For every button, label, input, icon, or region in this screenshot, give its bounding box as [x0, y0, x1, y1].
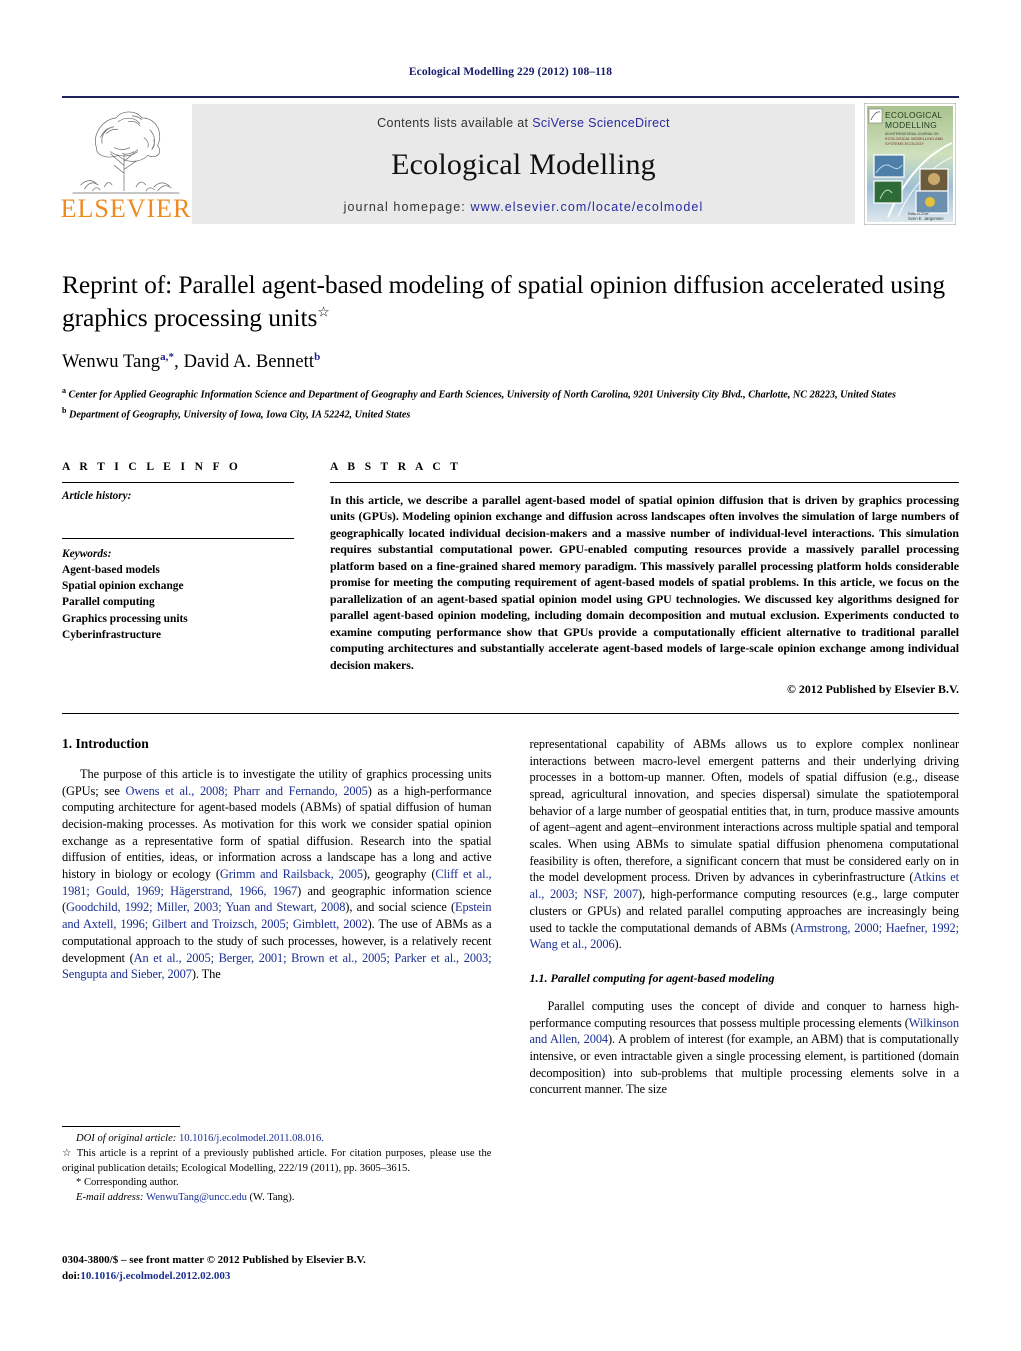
abstract-heading: A B S T R A C T [330, 460, 462, 473]
issn-doi-label: doi: [62, 1270, 81, 1283]
paragraph-text: ). The [191, 967, 221, 982]
sciencedirect-link[interactable]: SciVerse ScienceDirect [532, 116, 670, 130]
divider [330, 481, 959, 483]
issn-doi-link[interactable]: 10.1016/j.ecolmodel.2012.02.003 [80, 1270, 230, 1282]
body-column-right: representational capability of ABMs allo… [530, 736, 960, 1206]
paragraph-text: Parallel computing uses the concept of d… [529, 998, 960, 1030]
svg-text:MODELLING: MODELLING [885, 120, 937, 130]
title-footnote-marker: ☆ [317, 305, 330, 321]
issn-footer: 0304-3800/$ – see front matter © 2012 Pu… [62, 1253, 366, 1285]
keywords-label: Keywords: [62, 547, 112, 560]
affiliation-text: Center for Applied Geographic Informatio… [68, 389, 896, 401]
journal-homepage-line: journal homepage: www.elsevier.com/locat… [344, 200, 704, 214]
author-list: Wenwu Tanga,*, David A. Bennettb [62, 351, 321, 373]
journal-title: Ecological Modelling [391, 148, 656, 181]
subsection-heading-parallel-computing: 1.1. Parallel computing for agent-based … [529, 970, 775, 985]
affiliation-marker: a [62, 386, 66, 396]
svg-text:SYSTEMS ECOLOGY: SYSTEMS ECOLOGY [885, 141, 924, 146]
elsevier-logo: ELSEVIER [60, 104, 192, 224]
paragraph: representational capability of ABMs allo… [530, 736, 960, 953]
paragraph-text: ), geography ( [363, 867, 436, 882]
affiliation-item: b Department of Geography, University of… [62, 405, 959, 423]
footnote-email-suffix: (W. Tang). [249, 1192, 295, 1204]
keyword-item: Graphics processing units [62, 612, 188, 625]
cover-image: ECOLOGICAL MODELLING AN INTERNATIONAL JO… [864, 103, 956, 225]
masthead-center-panel: Contents lists available at SciVerse Sci… [192, 104, 855, 224]
title-block: Reprint of: Parallel agent-based modelin… [62, 268, 959, 423]
footnotes-block: DOI of original article: 10.1016/j.ecolm… [62, 1125, 492, 1206]
article-info-heading: A R T I C L E I N F O [62, 460, 242, 473]
keyword-item: Parallel computing [62, 596, 155, 609]
running-head: Ecological Modelling 229 (2012) 108–118 [408, 66, 613, 78]
footnote-star-marker: ☆ [62, 1147, 73, 1159]
footnote-divider [62, 1125, 180, 1127]
affiliation-item: a Center for Applied Geographic Informat… [62, 385, 959, 403]
paragraph-text: ), and social science ( [345, 900, 456, 915]
keyword-item: Agent-based models [62, 563, 160, 576]
footnote-corresponding-text: Corresponding author. [83, 1177, 179, 1189]
contents-prefix: Contents lists available at [377, 116, 533, 130]
keyword-item: Spatial opinion exchange [62, 580, 184, 593]
footnote-email-label: E-mail address: [76, 1192, 144, 1204]
paper-title-text: Reprint of: Parallel agent-based modelin… [62, 270, 945, 333]
author-affiliation-marker: a,* [160, 351, 175, 364]
article-info-abstract-section: A R T I C L E I N F O Article history: K… [62, 461, 959, 697]
author-name: David A. Bennett [183, 352, 315, 373]
divider [62, 713, 959, 715]
elsevier-wordmark: ELSEVIER [60, 194, 192, 223]
journal-cover-thumbnail[interactable]: ECOLOGICAL MODELLING AN INTERNATIONAL JO… [861, 103, 959, 225]
page-title: Reprint of: Parallel agent-based modelin… [62, 268, 959, 334]
contents-available-line: Contents lists available at SciVerse Sci… [377, 116, 670, 130]
paragraph-text: ). [614, 937, 622, 952]
homepage-prefix: journal homepage: [343, 200, 471, 214]
divider [62, 537, 294, 539]
issn-doi-line: doi:10.1016/j.ecolmodel.2012.02.003 [62, 1269, 366, 1285]
svg-text:Sven E. Jørgensen: Sven E. Jørgensen [908, 216, 944, 221]
abstract-copyright: © 2012 Published by Elsevier B.V. [787, 682, 959, 697]
footnote-doi-link[interactable]: 10.1016/j.ecolmodel.2011.08.016. [179, 1133, 324, 1144]
section-heading-introduction: 1. Introduction [62, 736, 149, 752]
article-info-column: A R T I C L E I N F O Article history: K… [62, 461, 294, 697]
author-affiliation-marker: b [314, 351, 321, 364]
abstract-column: A B S T R A C T In this article, we desc… [330, 461, 959, 697]
footnote-reprint-note: ☆ This article is a reprint of a previou… [62, 1147, 492, 1177]
footnote-doi-label: DOI of original article: [76, 1132, 177, 1144]
journal-masthead: ELSEVIER Contents lists available at Sci… [60, 96, 959, 225]
journal-article-page: Ecological Modelling 229 (2012) 108–118 … [0, 0, 1021, 1351]
affiliation-marker: b [62, 406, 67, 416]
footnote-email: E-mail address: WenwuTang@uncc.edu (W. T… [62, 1191, 492, 1206]
affiliations: a Center for Applied Geographic Informat… [62, 385, 959, 422]
footnote-star-text: This article is a reprint of a previousl… [62, 1147, 492, 1174]
paragraph: The purpose of this article is to invest… [62, 766, 492, 983]
keyword-item: Cyberinfrastructure [62, 628, 162, 641]
citation-link[interactable]: Goodchild, 1992; Miller, 2003; Yuan and … [66, 900, 345, 914]
footnote-email-link[interactable]: WenwuTang@uncc.edu [146, 1192, 247, 1203]
abstract-text: In this article, we describe a parallel … [330, 492, 959, 672]
footnote-doi: DOI of original article: 10.1016/j.ecolm… [62, 1132, 492, 1147]
body-columns: 1. Introduction The purpose of this arti… [62, 736, 959, 1206]
journal-homepage-link[interactable]: www.elsevier.com/locate/ecolmodel [470, 200, 703, 214]
article-history-label: Article history: [62, 489, 132, 502]
body-column-left: 1. Introduction The purpose of this arti… [62, 736, 492, 1206]
divider [62, 481, 294, 483]
svg-text:ECOLOGICAL: ECOLOGICAL [885, 110, 942, 120]
elsevier-tree-icon [72, 111, 180, 194]
author-name: Wenwu Tang [62, 352, 161, 373]
footnote-corresponding-author: * Corresponding author. [62, 1176, 492, 1191]
citation-link[interactable]: Owens et al., 2008; Pharr and Fernando, … [125, 784, 367, 798]
footnote-asterisk-marker: * [76, 1177, 82, 1189]
article-history-values [62, 502, 294, 538]
keywords-block: Keywords: Agent-based models Spatial opi… [62, 546, 294, 643]
paragraph-text: representational capability of ABMs allo… [529, 737, 960, 885]
affiliation-text: Department of Geography, University of I… [69, 409, 411, 421]
issn-line: 0304-3800/$ – see front matter © 2012 Pu… [62, 1254, 366, 1267]
paragraph: Parallel computing uses the concept of d… [530, 998, 960, 1098]
citation-link[interactable]: Grimm and Railsback, 2005 [220, 867, 363, 881]
